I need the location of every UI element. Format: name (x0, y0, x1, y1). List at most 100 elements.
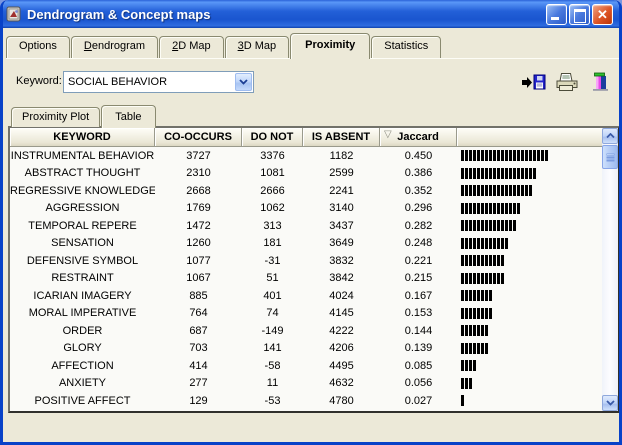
cell-jaccard-bars (457, 150, 602, 161)
column-header-bars[interactable] (457, 128, 602, 146)
jaccard-bar (473, 255, 476, 266)
jaccard-bar (485, 220, 488, 231)
cell-do-not: 141 (242, 342, 303, 354)
jaccard-bar (473, 238, 476, 249)
column-header-label: Jaccard (397, 131, 439, 143)
jaccard-bar (497, 185, 500, 196)
tab-2d-map[interactable]: 2D Map (159, 36, 224, 58)
tab-statistics[interactable]: Statistics (371, 36, 441, 58)
jaccard-bar (469, 308, 472, 319)
table-row[interactable]: POSITIVE AFFECT 129 -53 4780 0.027 (10, 392, 602, 410)
cell-is-absent: 4222 (303, 325, 380, 337)
titlebar[interactable]: Dendrogram & Concept maps (0, 0, 622, 28)
column-header-do-not[interactable]: DO NOT (242, 128, 303, 146)
scroll-up-button[interactable] (602, 128, 618, 144)
column-header-jaccard[interactable]: ▽Jaccard (380, 128, 457, 146)
cell-jaccard-bars (457, 343, 602, 354)
tab-proximity[interactable]: Proximity (290, 33, 370, 59)
cell-is-absent: 1182 (303, 150, 380, 162)
table-row[interactable]: AFFECTION 414 -58 4495 0.085 (10, 357, 602, 375)
exit-icon[interactable] (588, 71, 612, 93)
cell-jaccard: 0.027 (380, 395, 457, 407)
cell-keyword: ABSTRACT THOUGHT (10, 167, 155, 179)
tab-3d-map[interactable]: 3D Map (225, 36, 290, 58)
vertical-scrollbar[interactable] (602, 128, 618, 411)
chevron-up-icon (606, 133, 615, 139)
jaccard-bar (493, 150, 496, 161)
table-row[interactable]: INSTRUMENTAL BEHAVIOR 3727 3376 1182 0.4… (10, 147, 602, 165)
subtab-proximity-plot[interactable]: Proximity Plot (11, 107, 100, 127)
jaccard-bar (489, 150, 492, 161)
tab-options[interactable]: Options (6, 36, 70, 58)
jaccard-bar (501, 168, 504, 179)
table-row[interactable]: ANXIETY 277 11 4632 0.056 (10, 375, 602, 393)
cell-is-absent: 4024 (303, 290, 380, 302)
app-window: Dendrogram & Concept maps OptionsDendrog… (0, 0, 622, 445)
jaccard-bar (461, 238, 464, 249)
cell-is-absent: 4780 (303, 395, 380, 407)
jaccard-bar (481, 308, 484, 319)
column-header-keyword[interactable]: KEYWORD (10, 128, 155, 146)
scrollbar-thumb[interactable] (602, 145, 618, 169)
combobox-dropdown-button[interactable] (235, 73, 252, 91)
table-row[interactable]: MORAL IMPERATIVE 764 74 4145 0.153 (10, 305, 602, 323)
subtab-table[interactable]: Table (101, 105, 155, 128)
main-tabstrip: OptionsDendrogram2D Map3D MapProximitySt… (6, 31, 442, 58)
table-row[interactable]: REGRESSIVE KNOWLEDGE 2668 2666 2241 0.35… (10, 182, 602, 200)
jaccard-bar (529, 168, 532, 179)
cell-jaccard-bars (457, 203, 602, 214)
column-header-co-occurs[interactable]: CO-OCCURS (155, 128, 242, 146)
jaccard-bar (469, 150, 472, 161)
keyword-combobox[interactable]: SOCIAL BEHAVIOR (63, 71, 254, 93)
jaccard-bar (465, 168, 468, 179)
cell-is-absent: 3832 (303, 255, 380, 267)
maximize-button[interactable] (569, 4, 590, 25)
table-row[interactable]: ICARIAN IMAGERY 885 401 4024 0.167 (10, 287, 602, 305)
jaccard-bar (465, 308, 468, 319)
jaccard-bar (489, 185, 492, 196)
table-row[interactable]: AGGRESSION 1769 1062 3140 0.296 (10, 200, 602, 218)
column-header-is-absent[interactable]: IS ABSENT (303, 128, 380, 146)
cell-jaccard-bars (457, 185, 602, 196)
jaccard-bar (505, 150, 508, 161)
cell-co-occurs: 2310 (155, 167, 242, 179)
print-icon[interactable] (555, 71, 579, 93)
jaccard-bar (497, 168, 500, 179)
table-row[interactable]: ORDER 687 -149 4222 0.144 (10, 322, 602, 340)
jaccard-bar (489, 273, 492, 284)
jaccard-bar (477, 185, 480, 196)
jaccard-bar (497, 150, 500, 161)
app-icon[interactable] (6, 6, 22, 22)
minimize-button[interactable] (546, 4, 567, 25)
jaccard-bar (473, 203, 476, 214)
cell-do-not: -53 (242, 395, 303, 407)
tab-dendrogram[interactable]: Dendrogram (71, 36, 158, 58)
cell-is-absent: 2241 (303, 185, 380, 197)
jaccard-bar (473, 273, 476, 284)
jaccard-bar (481, 150, 484, 161)
jaccard-bar (465, 203, 468, 214)
cell-jaccard-bars (457, 273, 602, 284)
jaccard-bar (461, 378, 464, 389)
table-row[interactable]: RESTRAINT 1067 51 3842 0.215 (10, 270, 602, 288)
table-row[interactable]: TEMPORAL REPERE 1472 313 3437 0.282 (10, 217, 602, 235)
jaccard-bar (477, 238, 480, 249)
jaccard-bar (509, 220, 512, 231)
jaccard-bar (477, 325, 480, 336)
table-row[interactable]: DEFENSIVE SYMBOL 1077 -31 3832 0.221 (10, 252, 602, 270)
table-row[interactable]: ABSTRACT THOUGHT 2310 1081 2599 0.386 (10, 165, 602, 183)
jaccard-bar (533, 150, 536, 161)
jaccard-bar (517, 168, 520, 179)
jaccard-bar (493, 203, 496, 214)
jaccard-bar (477, 220, 480, 231)
jaccard-bar (509, 185, 512, 196)
close-button[interactable] (592, 4, 613, 25)
jaccard-bar (481, 343, 484, 354)
jaccard-bar (465, 220, 468, 231)
table-row[interactable]: SENSATION 1260 181 3649 0.248 (10, 235, 602, 253)
scroll-down-button[interactable] (602, 395, 618, 411)
window-title: Dendrogram & Concept maps (27, 7, 210, 22)
save-export-icon[interactable] (522, 71, 546, 93)
jaccard-bar (485, 273, 488, 284)
table-row[interactable]: GLORY 703 141 4206 0.139 (10, 340, 602, 358)
